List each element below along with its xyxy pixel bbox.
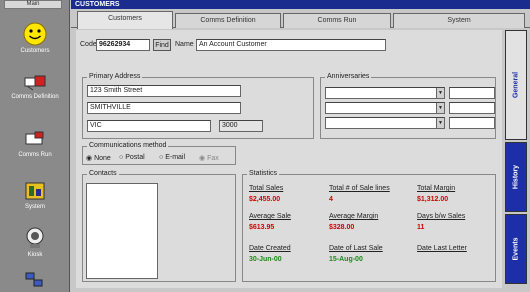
name-field[interactable]: An Account Customer: [196, 39, 386, 51]
sidebar-main-button[interactable]: Main: [4, 0, 62, 9]
sidebar-item-label: System: [24, 204, 45, 210]
stat-label: Date Created: [249, 245, 291, 252]
comms-radio-email[interactable]: ○ E-mail: [159, 154, 185, 161]
chevron-down-icon[interactable]: ▼: [436, 118, 444, 128]
tab-history[interactable]: History: [505, 142, 527, 212]
comms-radio-label: E-mail: [165, 154, 186, 161]
code-field[interactable]: 96262934: [96, 39, 150, 51]
tab-label: Events: [512, 237, 520, 261]
app-window: Main Customers Comms Definition Comms Ru: [0, 0, 530, 292]
communications-method-title: Communications method: [87, 142, 169, 150]
sidebar-item-kiosk[interactable]: Kiosk: [4, 226, 66, 259]
tab-events[interactable]: Events: [505, 214, 527, 284]
state-field[interactable]: VIC: [87, 120, 211, 132]
tab-comms-run[interactable]: Comms Run: [283, 13, 391, 28]
network-icon[interactable]: [24, 272, 44, 288]
address-line1-field[interactable]: 123 Smith Street: [87, 85, 241, 97]
comms-radio-label: None: [94, 155, 111, 162]
sidebar-item-system[interactable]: System: [4, 180, 66, 211]
stat-label: Days b/w Sales: [417, 213, 466, 220]
stat-value: $613.95: [249, 224, 275, 231]
stat-label: Total # of Sale lines: [329, 185, 390, 192]
stat-label: Total Margin: [417, 185, 456, 192]
stat-label: Date Last Letter: [417, 245, 467, 252]
stat-label: Date of Last Sale: [329, 245, 383, 252]
window-title: CUSTOMERS: [71, 0, 530, 9]
customer-panel: Code 96262934 Find Name An Account Custo…: [76, 30, 502, 288]
contacts-list[interactable]: [86, 183, 158, 279]
stat-value: 30-Jun-00: [249, 256, 282, 263]
statistics-group: Statistics Total Sales $2,455.00 Total #…: [242, 170, 496, 282]
comms-icon: [24, 75, 46, 91]
anniversary-type-select-3[interactable]: ▼: [325, 117, 445, 129]
tab-comms-definition[interactable]: Comms Definition: [175, 13, 281, 28]
sidebar-item-comms-run[interactable]: Comms Run: [4, 130, 66, 159]
sidebar-item-label: Kiosk: [27, 252, 43, 258]
tab-strip: Customers Comms Definition Comms Run Sys…: [71, 10, 530, 29]
tab-system[interactable]: System: [393, 13, 525, 28]
sidebar-item-label: Comms Run: [18, 152, 52, 158]
stat-value: $328.00: [329, 224, 355, 231]
tab-label: History: [512, 164, 520, 190]
kiosk-icon: [26, 227, 44, 248]
side-tab-strip: General History Events: [505, 30, 527, 288]
sidebar-item-label: Customers: [20, 48, 50, 54]
sidebar-item-comms-definition[interactable]: Comms Definition: [4, 72, 66, 101]
contacts-group: Contacts: [82, 170, 236, 282]
tab-customers[interactable]: Customers: [77, 11, 173, 29]
stat-value: $1,312.00: [417, 196, 449, 203]
stat-label: Total Sales: [249, 185, 284, 192]
system-icon: [25, 182, 45, 200]
chevron-down-icon[interactable]: ▼: [436, 103, 444, 113]
comms-run-icon: [25, 131, 44, 145]
name-label: Name: [175, 41, 194, 48]
comms-radio-fax[interactable]: ◉ Fax: [199, 154, 219, 162]
stat-label: Average Margin: [329, 213, 379, 220]
smiley-icon: [23, 22, 47, 46]
sidebar-item-customers[interactable]: Customers: [4, 22, 66, 55]
primary-address-title: Primary Address: [87, 73, 143, 81]
address-line2-field[interactable]: SMITHVILLE: [87, 102, 241, 114]
comms-radio-postal[interactable]: ○ Postal: [119, 154, 145, 161]
chevron-down-icon[interactable]: ▼: [436, 88, 444, 98]
contacts-title: Contacts: [87, 170, 119, 178]
stat-label: Average Sale: [249, 213, 291, 220]
communications-method-group: Communications method ◉ None ○ Postal ○ …: [82, 142, 236, 165]
code-label: Code: [80, 41, 97, 48]
anniversaries-group: Anniversaries ▼ ▼ ▼: [320, 73, 496, 139]
stat-value: 4: [329, 196, 333, 203]
comms-radio-label: Postal: [125, 154, 145, 161]
anniversary-type-select-1[interactable]: ▼: [325, 87, 445, 99]
comms-radio-none[interactable]: ◉ None: [86, 154, 111, 162]
stat-value: $2,455.00: [249, 196, 281, 203]
tab-general[interactable]: General: [505, 30, 527, 140]
anniversaries-title: Anniversaries: [325, 73, 372, 81]
anniversary-date-field-3[interactable]: [449, 117, 495, 129]
anniversary-date-field-2[interactable]: [449, 102, 495, 114]
anniversary-type-select-2[interactable]: ▼: [325, 102, 445, 114]
sidebar-item-label: Comms Definition: [11, 94, 59, 100]
statistics-title: Statistics: [247, 170, 280, 178]
navigation-sidebar: Main Customers Comms Definition Comms Ru: [0, 0, 70, 292]
anniversary-date-field-1[interactable]: [449, 87, 495, 99]
stat-value: 15-Aug-00: [329, 256, 363, 263]
tab-label: General: [512, 71, 520, 99]
find-button[interactable]: Find: [153, 39, 171, 51]
primary-address-group: Primary Address 123 Smith Street SMITHVI…: [82, 73, 314, 139]
comms-radio-label: Fax: [207, 155, 219, 162]
postcode-field[interactable]: 3000: [219, 120, 263, 132]
stat-value: 11: [417, 224, 425, 231]
